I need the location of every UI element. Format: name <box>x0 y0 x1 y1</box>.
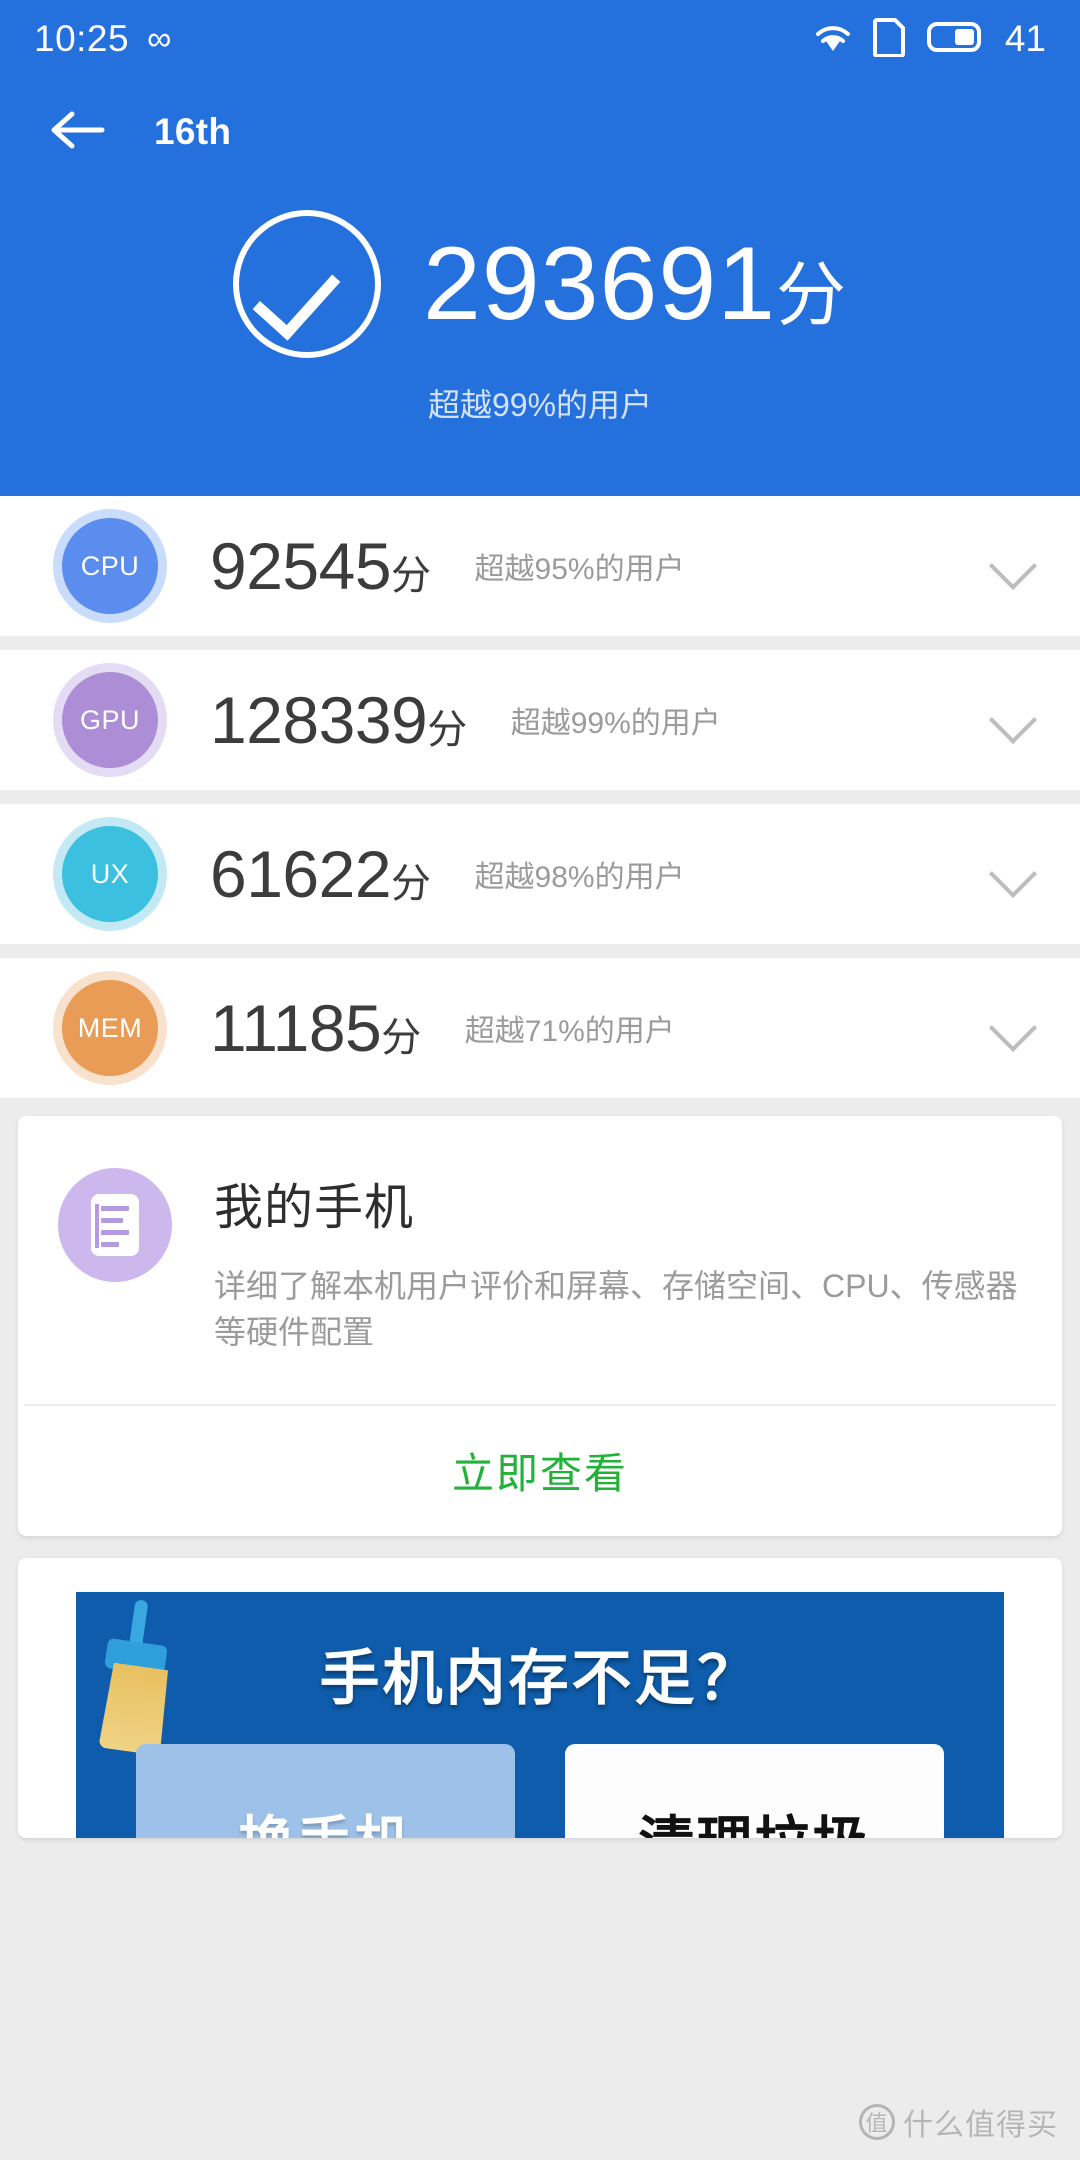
ad-headline: 手机内存不足？ <box>319 1644 761 1712</box>
ad-banner-inner: 手机内存不足？ 换手机 清理垃圾 <box>76 1591 1004 1838</box>
mem-badge: MEM <box>62 980 158 1076</box>
ux-subtitle: 超越98%的用户 <box>474 861 685 894</box>
sim-card-icon <box>872 17 907 62</box>
row-separator <box>0 636 1080 650</box>
score-row-mem[interactable]: MEM 11185分 超越71%的用户 <box>0 958 1080 1098</box>
row-separator <box>0 944 1080 958</box>
ux-score-value: 61622 <box>210 837 392 911</box>
view-now-button[interactable]: 立即查看 <box>18 1406 1062 1536</box>
ux-score-unit: 分 <box>391 862 431 906</box>
back-arrow-icon[interactable] <box>48 108 106 157</box>
my-phone-card-texts: 我的手机 详细了解本机用户评价和屏幕、存储空间、CPU、传感器等硬件配置 <box>214 1168 1022 1356</box>
score-row-gpu[interactable]: GPU 128339分 超越99%的用户 <box>0 650 1080 790</box>
status-bar-right: 41 <box>813 17 1046 62</box>
chevron-down-icon[interactable] <box>990 1005 1036 1051</box>
app-screen: 10:25 ∞ 41 16th 293691分 超越99%的用户 CPU 925… <box>0 0 1080 2160</box>
ad-option-clean-junk[interactable]: 清理垃圾 <box>565 1743 944 1838</box>
cpu-score: 92545分 <box>210 533 431 599</box>
watermark-logo: 值 <box>859 2104 895 2140</box>
cpu-badge: CPU <box>62 518 158 614</box>
ux-score: 61622分 <box>210 841 431 907</box>
chevron-down-icon[interactable] <box>990 697 1036 743</box>
gpu-subtitle: 超越99%的用户 <box>510 707 721 740</box>
gpu-score: 128339分 <box>210 687 467 753</box>
mem-subtitle: 超越71%的用户 <box>464 1015 675 1048</box>
ux-badge-label: UX <box>90 858 130 889</box>
status-time: 10:25 <box>34 18 130 59</box>
watermark: 值 什么值得买 <box>859 2100 1058 2144</box>
total-score-unit: 分 <box>776 256 848 334</box>
total-score-value: 293691 <box>422 226 777 342</box>
battery-level: 41 <box>1004 18 1046 59</box>
watermark-text: 什么值得买 <box>903 2109 1058 2142</box>
wifi-icon <box>813 21 853 58</box>
app-bar: 16th <box>0 78 1080 186</box>
ad-option-replace-phone[interactable]: 换手机 <box>136 1743 515 1838</box>
total-score-block: 293691分 超越99%的用户 <box>0 210 1080 426</box>
mem-badge-label: MEM <box>77 1012 143 1043</box>
cpu-badge-label: CPU <box>80 550 140 581</box>
total-score: 293691分 <box>423 232 847 336</box>
document-icon <box>58 1168 172 1282</box>
total-score-subtitle: 超越99%的用户 <box>427 387 653 423</box>
gpu-badge: GPU <box>62 672 158 768</box>
my-phone-title: 我的手机 <box>214 1181 415 1235</box>
header-panel: 10:25 ∞ 41 16th 293691分 超越99%的用户 <box>0 0 1080 496</box>
ad-option-right-label: 清理垃圾 <box>565 1798 944 1838</box>
gpu-badge-label: GPU <box>79 704 140 735</box>
battery-icon <box>926 21 985 58</box>
my-phone-card[interactable]: 我的手机 详细了解本机用户评价和屏幕、存储空间、CPU、传感器等硬件配置 立即查… <box>18 1116 1062 1536</box>
score-rows: CPU 92545分 超越95%的用户 GPU 128339分 超越99%的用户… <box>0 496 1080 1838</box>
status-bar-left: 10:25 ∞ <box>34 18 171 60</box>
cpu-subtitle: 超越95%的用户 <box>474 553 685 586</box>
my-phone-card-body: 我的手机 详细了解本机用户评价和屏幕、存储空间、CPU、传感器等硬件配置 <box>18 1116 1062 1404</box>
page-title: 16th <box>154 111 232 152</box>
status-bar: 10:25 ∞ 41 <box>0 0 1080 78</box>
chevron-down-icon[interactable] <box>990 851 1036 897</box>
cpu-score-unit: 分 <box>391 554 431 598</box>
infinity-icon: ∞ <box>147 20 172 58</box>
ad-option-left-label: 换手机 <box>136 1798 515 1838</box>
cpu-score-value: 92545 <box>210 529 392 603</box>
score-row-cpu[interactable]: CPU 92545分 超越95%的用户 <box>0 496 1080 636</box>
score-row-ux[interactable]: UX 61622分 超越98%的用户 <box>0 804 1080 944</box>
view-now-label: 立即查看 <box>451 1450 628 1498</box>
document-glyph <box>91 1194 139 1256</box>
ad-banner[interactable]: 手机内存不足？ 换手机 清理垃圾 <box>18 1557 1062 1838</box>
chevron-down-icon[interactable] <box>990 543 1036 589</box>
ad-columns: 换手机 清理垃圾 <box>136 1743 944 1838</box>
mem-score-unit: 分 <box>381 1016 421 1060</box>
row-separator <box>0 790 1080 804</box>
mem-score-value: 11185 <box>210 991 382 1065</box>
ux-badge: UX <box>62 826 158 922</box>
mem-score: 11185分 <box>210 995 421 1061</box>
gpu-score-value: 128339 <box>210 683 428 757</box>
gpu-score-unit: 分 <box>427 708 467 752</box>
my-phone-description: 详细了解本机用户评价和屏幕、存储空间、CPU、传感器等硬件配置 <box>214 1268 1018 1351</box>
check-circle-icon <box>232 210 381 358</box>
total-score-row: 293691分 <box>0 210 1080 358</box>
